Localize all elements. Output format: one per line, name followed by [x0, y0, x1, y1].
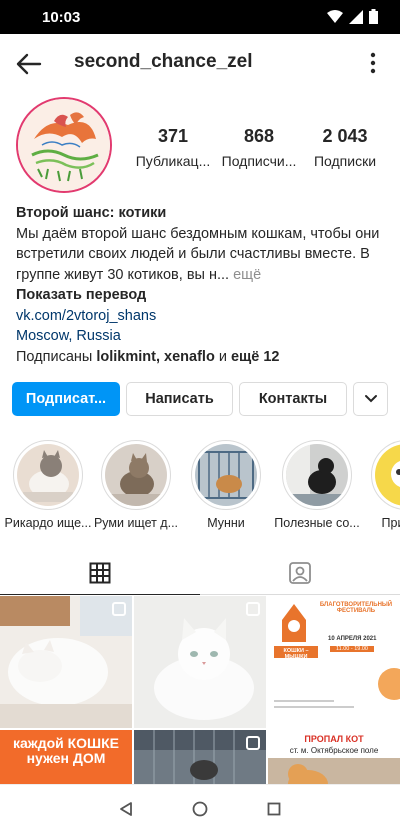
- highlight-thumbnail: [105, 444, 167, 506]
- post-thumbnail[interactable]: [134, 730, 266, 786]
- post-thumbnail[interactable]: [0, 596, 132, 728]
- chevron-down-icon: [364, 395, 377, 403]
- highlight-ring: [191, 440, 261, 510]
- profile-bio: Второй шанс: котики Мы даём второй шанс …: [16, 203, 388, 367]
- avatar-logo-icon: [18, 99, 110, 191]
- profile-avatar[interactable]: [16, 97, 112, 193]
- post-thumbnail[interactable]: каждой КОШКЕ нужен ДОМ: [0, 730, 132, 786]
- highlight-label: Руми ищет д...: [93, 516, 179, 530]
- status-icons: [327, 9, 378, 24]
- following-label: Подписки: [313, 153, 377, 169]
- profile-stats: 371 Публикац... 868 Подписчи... 2 043 По…: [130, 126, 390, 169]
- highlight-ring: [101, 440, 171, 510]
- highlight-ring: [282, 440, 352, 510]
- posts-label: Публикац...: [135, 153, 211, 169]
- more-options-icon[interactable]: [368, 50, 378, 76]
- bio-text: Мы даём второй шанс бездомным кошкам, чт…: [16, 225, 380, 283]
- profile-username: second_chance_zel: [74, 51, 253, 72]
- bio-more-link[interactable]: ещё: [233, 267, 261, 283]
- highlight-label: Рикардо ище...: [4, 516, 92, 530]
- poster-brand: КОШКИ – МЫШКИ: [283, 648, 309, 660]
- followed-by-text[interactable]: Подписаны lolikmint, xenaflo и ещё 12: [16, 347, 388, 368]
- poster-time: 11.00 - 19.00: [330, 646, 374, 652]
- poster-title: БЛАГОТВОРИТЕЛЬНЫЙ ФЕСТИВАЛЬ: [319, 602, 393, 614]
- tab-posts-grid[interactable]: [0, 551, 200, 595]
- grid-icon: [89, 562, 111, 583]
- show-translation-link[interactable]: Показать перевод: [16, 285, 388, 306]
- follow-button[interactable]: Подписат...: [12, 382, 120, 416]
- highlight-thumbnail: [17, 444, 79, 506]
- story-highlights: Рикардо ище... Руми ищет д... Мунни Поле…: [0, 440, 400, 530]
- poster-date: 10 АПРЕЛЯ 2021: [328, 636, 377, 642]
- bio-text-block: Мы даём второй шанс бездомным кошкам, чт…: [16, 224, 388, 286]
- highlight-thumbnail: [286, 444, 348, 506]
- highlight-item[interactable]: Рикардо ище...: [5, 440, 91, 530]
- highlight-ring: [13, 440, 83, 510]
- message-button[interactable]: Написать: [126, 382, 233, 416]
- back-triangle-icon[interactable]: [119, 801, 133, 816]
- carousel-icon: [112, 602, 126, 616]
- post-thumbnail[interactable]: ПРОПАЛ КОТ ст. м. Октябрьское поле: [268, 730, 400, 786]
- highlight-item[interactable]: Приме...: [368, 440, 400, 530]
- post-thumbnail[interactable]: БЛАГОТВОРИТЕЛЬНЫЙ ФЕСТИВАЛЬ КОШКИ – МЫШК…: [268, 596, 400, 728]
- recents-square-icon[interactable]: [267, 802, 281, 816]
- followers-label: Подписчи...: [221, 153, 297, 169]
- followed-by-more: ещё 12: [230, 348, 280, 365]
- highlight-label: Мунни: [207, 516, 245, 530]
- post-thumbnail[interactable]: [134, 596, 266, 728]
- highlight-thumbnail: [195, 444, 257, 506]
- highlight-item[interactable]: Мунни: [188, 440, 264, 530]
- carousel-icon: [246, 736, 260, 750]
- highlight-label: Полезные со...: [274, 516, 360, 530]
- post-overlay-subtitle: ст. м. Октябрьское поле: [289, 746, 379, 755]
- profile-tabs: [0, 551, 400, 595]
- highlight-thumbnail: [375, 444, 400, 506]
- back-arrow-icon[interactable]: [14, 50, 42, 78]
- top-bar: second_chance_zel: [0, 34, 400, 92]
- profile-location-link[interactable]: Moscow, Russia: [16, 326, 388, 347]
- wifi-icon: [327, 9, 343, 23]
- battery-icon: [369, 9, 378, 24]
- followers-count: 868: [243, 126, 275, 146]
- profile-display-name: Второй шанс: котики: [16, 205, 167, 221]
- following-stat[interactable]: 2 043 Подписки: [302, 126, 388, 169]
- tagged-person-icon: [289, 562, 311, 584]
- followed-by-prefix: Подписаны: [16, 348, 97, 365]
- highlight-item[interactable]: Полезные со...: [274, 440, 360, 530]
- highlight-ring: [371, 440, 400, 510]
- post-overlay-title: ПРОПАЛ КОТ: [304, 734, 364, 744]
- profile-website-link[interactable]: vk.com/2vtoroj_shans: [16, 306, 388, 327]
- highlight-label: Приме...: [381, 516, 400, 530]
- followed-by-and: и: [214, 348, 231, 365]
- highlight-item[interactable]: Руми ищет д...: [94, 440, 178, 530]
- signal-icon: [349, 9, 363, 24]
- followers-stat[interactable]: 868 Подписчи...: [216, 126, 302, 169]
- status-time: 10:03: [42, 9, 81, 26]
- status-bar: 10:03: [0, 0, 400, 34]
- post-overlay-text: каждой КОШКЕ нужен ДОМ: [12, 735, 120, 766]
- profile-actions: Подписат... Написать Контакты: [12, 382, 388, 416]
- contacts-button[interactable]: Контакты: [239, 382, 347, 416]
- posts-grid: БЛАГОТВОРИТЕЛЬНЫЙ ФЕСТИВАЛЬ КОШКИ – МЫШК…: [0, 596, 400, 786]
- festival-poster: [268, 596, 400, 728]
- posts-stat[interactable]: 371 Публикац...: [130, 126, 216, 169]
- system-nav-bar: [0, 784, 400, 832]
- following-count: 2 043: [322, 126, 368, 146]
- suggestions-button[interactable]: [353, 382, 388, 416]
- carousel-icon: [246, 602, 260, 616]
- followed-by-users: lolikmint, xenaflo: [96, 348, 215, 365]
- tab-tagged[interactable]: [200, 551, 400, 595]
- posts-count: 371: [157, 126, 189, 146]
- home-circle-icon[interactable]: [192, 801, 208, 817]
